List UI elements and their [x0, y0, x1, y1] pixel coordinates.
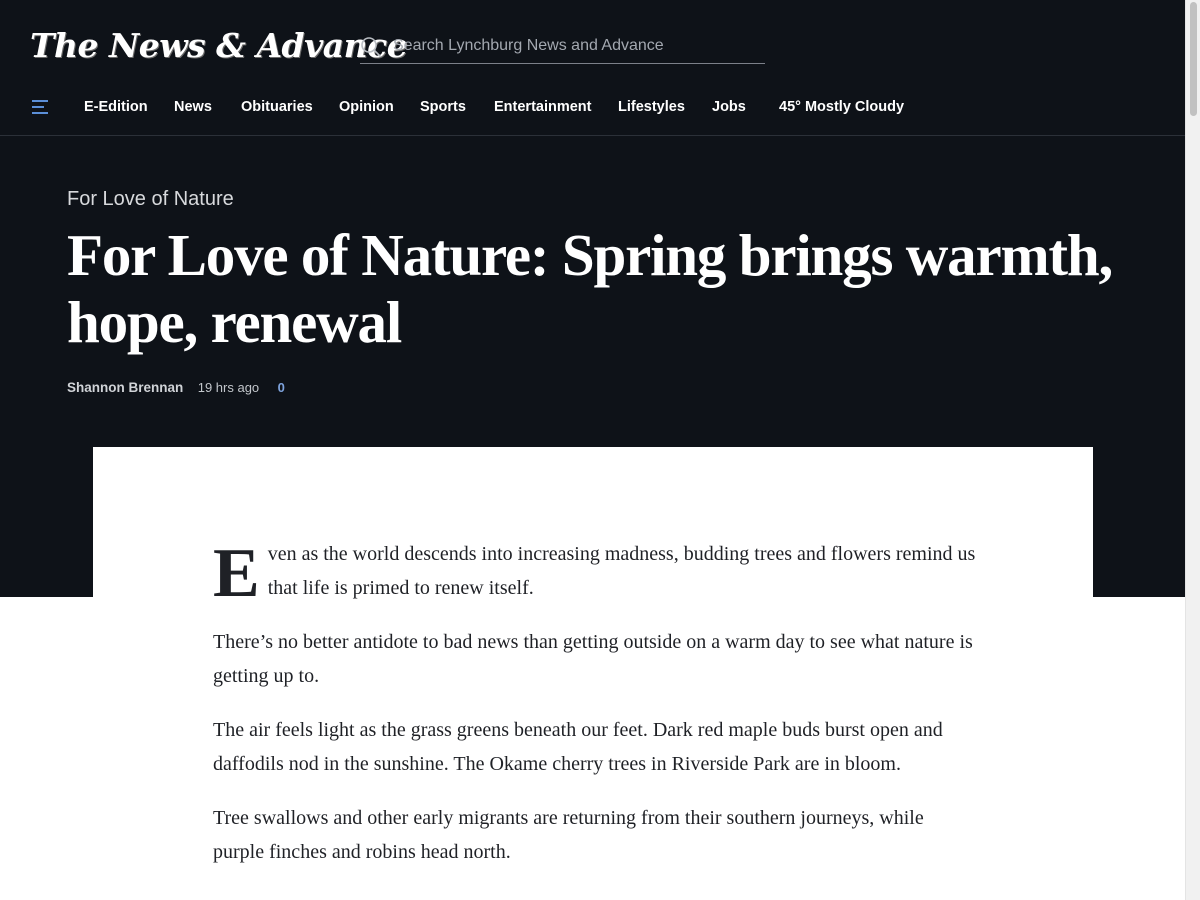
search-icon[interactable] [360, 36, 382, 58]
nav-item-entertainment[interactable]: Entertainment [494, 99, 592, 115]
article-headline: For Love of Nature: Spring brings warmth… [67, 222, 1113, 355]
main-navigation: E-Edition News Obituaries Opinion Sports… [0, 82, 1185, 136]
nav-item-e-edition[interactable]: E-Edition [84, 99, 148, 115]
page-scrollbar[interactable] [1185, 0, 1200, 900]
nav-item-news[interactable]: News [174, 99, 212, 115]
article-kicker[interactable]: For Love of Nature [67, 188, 234, 211]
nav-item-lifestyles[interactable]: Lifestyles [618, 99, 685, 115]
article-body: Even as the world descends into increasi… [213, 537, 978, 889]
first-paragraph-text: ven as the world descends into increasin… [267, 543, 976, 599]
article-paragraph: The air feels light as the grass greens … [213, 719, 943, 775]
nav-item-opinion[interactable]: Opinion [339, 99, 394, 115]
article-paragraph: Even as the world descends into increasi… [213, 535, 978, 612]
nav-item-obituaries[interactable]: Obituaries [241, 99, 313, 115]
article-paragraph: Tree swallows and other early migrants a… [213, 807, 924, 863]
weather-widget[interactable]: 45° Mostly Cloudy [779, 99, 904, 115]
article-paragraph: There’s no better antidote to bad news t… [213, 631, 973, 687]
search-input[interactable] [393, 30, 763, 62]
drop-cap: E [213, 535, 260, 612]
byline: Shannon Brennan 19 hrs ago 0 [67, 379, 285, 397]
nav-item-sports[interactable]: Sports [420, 99, 466, 115]
author-name[interactable]: Shannon Brennan [67, 380, 183, 395]
scrollbar-thumb[interactable] [1190, 2, 1197, 116]
nav-item-jobs[interactable]: Jobs [712, 99, 746, 115]
search-bar[interactable] [360, 28, 765, 64]
masthead-logo[interactable]: The News & Advance [30, 22, 408, 70]
comment-count-link[interactable]: 0 [278, 380, 285, 395]
hamburger-menu-icon[interactable] [31, 99, 49, 115]
publish-timestamp: 19 hrs ago [197, 380, 260, 395]
